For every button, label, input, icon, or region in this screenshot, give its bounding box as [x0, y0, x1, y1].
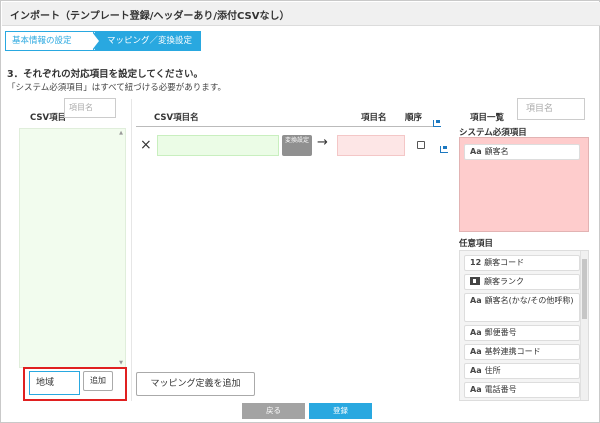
add-csv-item-button[interactable]: 追加 [83, 371, 113, 391]
scrollbar-thumb[interactable] [582, 259, 587, 319]
text-type-icon: Aa [470, 328, 482, 337]
chip-label: 顧客名(かな/その他呼称) [484, 296, 574, 305]
arrow-right-icon: → [317, 135, 328, 150]
csv-items-list[interactable]: ▲ ▼ [19, 128, 126, 368]
text-type-icon: Aa [470, 366, 482, 375]
mapping-csv-field[interactable] [157, 135, 279, 156]
rank-icon [470, 277, 480, 285]
chip-label: 電話番号 [484, 385, 517, 394]
chip-label: 顧客コード [484, 258, 525, 267]
optional-item-chip[interactable]: Aa 住所 [464, 363, 580, 379]
optional-items-scrollbar[interactable] [580, 251, 588, 400]
header-divider [136, 126, 439, 127]
text-type-icon: Aa [470, 147, 482, 156]
order-header: 順序 [405, 113, 423, 123]
instruction-note: 「システム必須項目」はすべて紐づける必要があります。 [7, 83, 226, 93]
mapping-item-field[interactable] [337, 135, 405, 156]
chip-label: 郵便番号 [484, 328, 517, 337]
import-dialog: インポート（テンプレート登録/ヘッダーあり/添付CSVなし） 基本情報の設定 マ… [0, 0, 600, 423]
optional-item-chip[interactable]: Aa 電話番号 [464, 382, 580, 398]
optional-item-chip[interactable]: Aa 基幹連携コード [464, 344, 580, 360]
optional-items-panel: 12 顧客コード 顧客ランク Aa 顧客名(かな/その他呼称) Aa 郵便番号 Aa 基… [459, 250, 589, 401]
step-basic-info[interactable]: 基本情報の設定 [5, 31, 97, 51]
title-bar: インポート（テンプレート登録/ヘッダーあり/添付CSVなし） [2, 2, 600, 26]
remove-mapping-icon[interactable]: × [140, 137, 152, 153]
divider [131, 99, 132, 401]
text-type-icon: Aa [470, 385, 482, 394]
instruction-heading: 3．それぞれの対応項目を設定してください。 [7, 69, 204, 80]
optional-item-chip[interactable]: 顧客ランク [464, 274, 580, 290]
row-sort-corner-icon[interactable] [440, 146, 448, 153]
step-mapping[interactable]: マッピング／変換設定 [95, 31, 201, 51]
text-type-icon: Aa [470, 347, 482, 356]
item-list-label: 項目一覧 [470, 113, 505, 123]
step-arrow-inner [92, 32, 99, 50]
window-title: インポート（テンプレート登録/ヘッダーあり/添付CSVなし） [10, 11, 290, 22]
chip-label: 基幹連携コード [484, 347, 541, 356]
chip-label: 住所 [484, 366, 501, 375]
csv-item-name-header: CSV項目名 [154, 113, 199, 123]
register-button[interactable]: 登録 [309, 403, 372, 419]
optional-item-chip[interactable]: Aa 顧客名(かな/その他呼称) [464, 293, 580, 322]
item-name-header: 項目名 [361, 113, 387, 123]
scroll-down-icon[interactable]: ▼ [119, 360, 123, 366]
new-csv-item-input[interactable]: 地域 [29, 371, 80, 395]
optional-item-chip[interactable]: Aa 郵便番号 [464, 325, 580, 341]
optional-items-label: 任意項目 [459, 239, 494, 249]
conversion-settings-button[interactable]: 変換設定 [282, 135, 312, 156]
scroll-up-icon[interactable]: ▲ [119, 130, 123, 136]
csv-item-search-input[interactable]: 項目名 [64, 98, 116, 118]
sort-corner-icon[interactable] [433, 120, 441, 127]
add-mapping-button[interactable]: マッピング定義を追加 [136, 372, 255, 396]
text-type-icon: Aa [470, 296, 482, 305]
optional-item-chip[interactable]: 12 顧客コード [464, 255, 580, 271]
required-items-panel: Aa 顧客名 [459, 137, 589, 232]
chip-label: 顧客名 [484, 147, 509, 156]
step-indicator: 基本情報の設定 マッピング／変換設定 [5, 31, 201, 51]
order-checkbox[interactable] [417, 141, 425, 149]
number-type-icon: 12 [470, 258, 482, 267]
item-search-input[interactable]: 項目名 [517, 98, 585, 120]
required-item-chip[interactable]: Aa 顧客名 [464, 144, 580, 160]
back-button[interactable]: 戻る [242, 403, 305, 419]
chip-label: 顧客ランク [484, 277, 524, 286]
csv-items-label: CSV項目 [30, 113, 67, 123]
